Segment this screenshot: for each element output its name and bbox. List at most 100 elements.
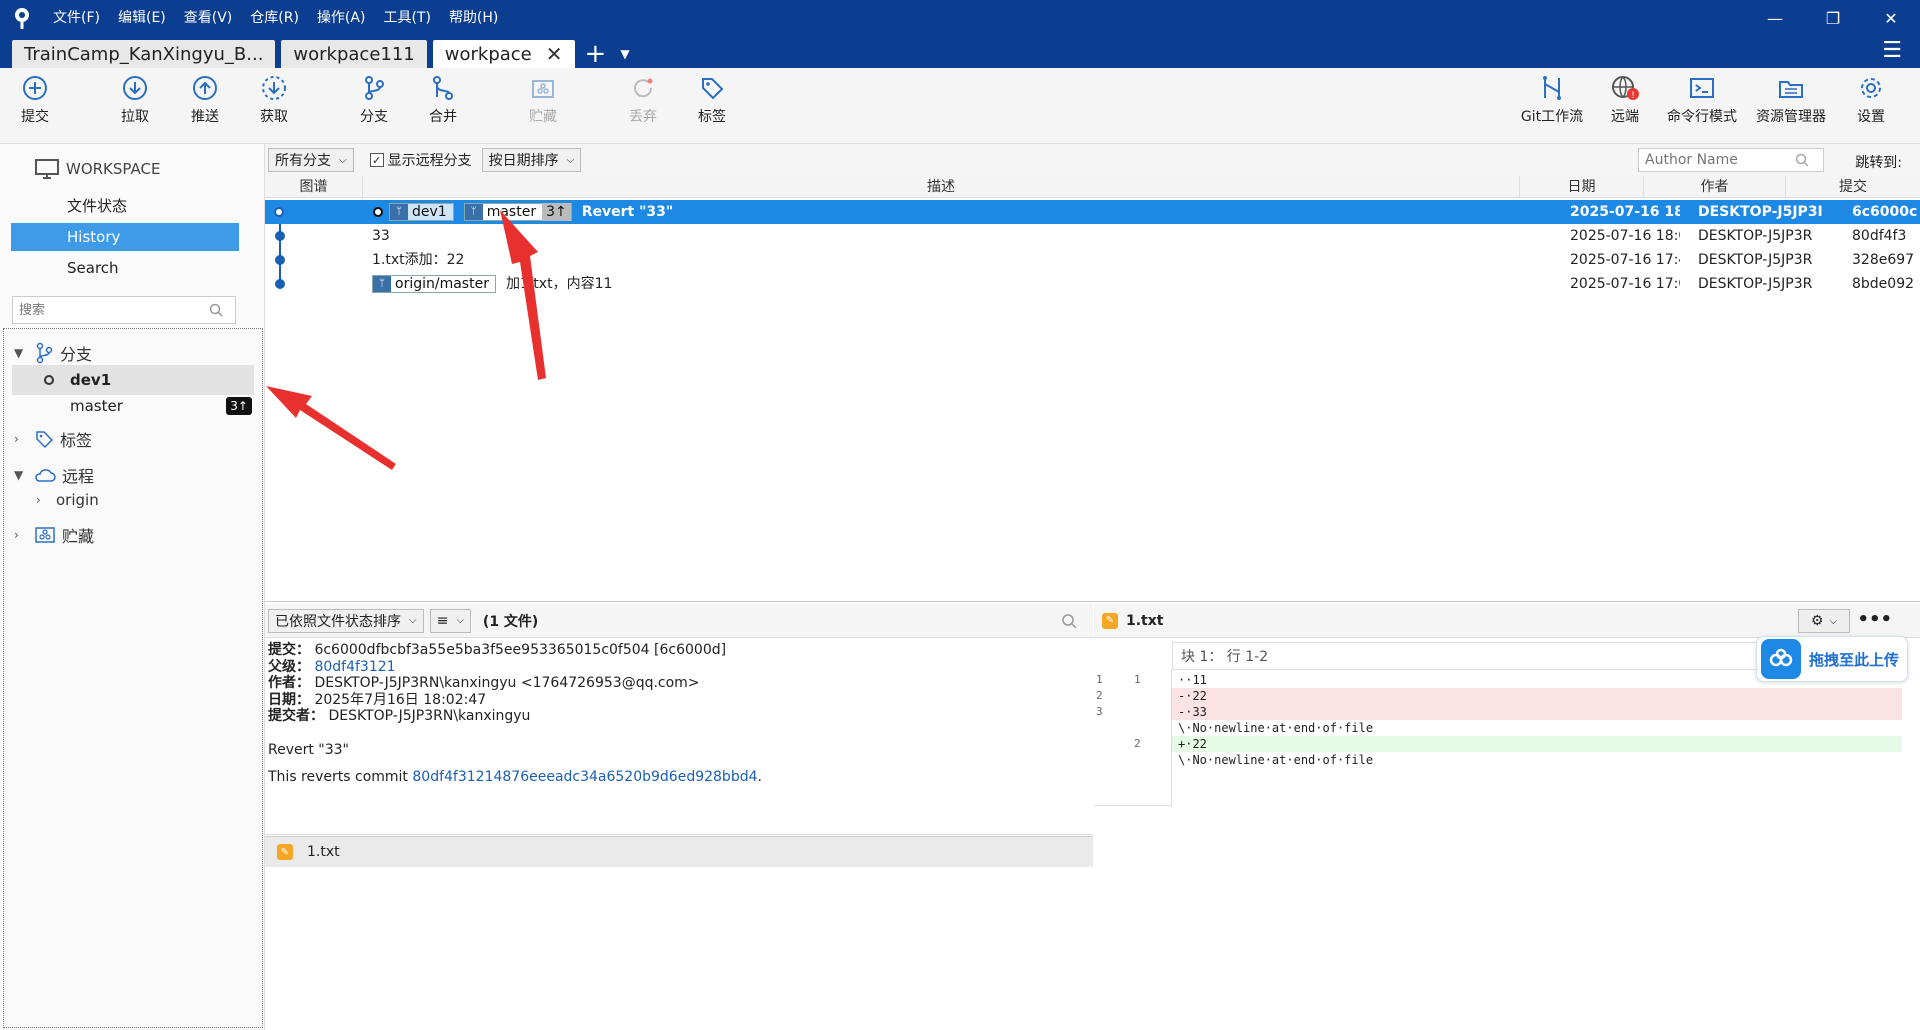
diff-line-removed[interactable]: -·22 (1172, 688, 1902, 704)
diff-line-added[interactable]: +·22 (1172, 736, 1902, 752)
remote-label: 远端 (1611, 109, 1639, 125)
ref-name: master (486, 204, 537, 220)
close-icon[interactable]: ✕ (1862, 0, 1920, 36)
file-row[interactable]: ✎ 1.txt (265, 837, 1093, 867)
commit-author: DESKTOP-J5JP3I (1698, 204, 1823, 220)
remote-item-origin[interactable]: › origin (36, 491, 99, 509)
column-header-date[interactable]: 日期 (1520, 176, 1644, 198)
file-sort-dropdown[interactable]: 已依照文件状态排序 ⌵ (268, 608, 424, 633)
parent-link[interactable]: 80df4f3121 (314, 659, 395, 675)
tree-group-stashes[interactable]: › 贮藏 (14, 523, 94, 547)
chevron-down-icon[interactable]: ▼ (14, 468, 28, 482)
menu-view[interactable]: 查看(V) (175, 0, 242, 36)
tag-button[interactable]: 标签 (677, 74, 747, 126)
diff-options-button[interactable]: ⚙ ⌵ (1798, 609, 1850, 633)
sidebar-item-history[interactable]: History (11, 223, 239, 251)
sidebar-search-input[interactable] (19, 302, 209, 318)
column-header-commit[interactable]: 提交 (1786, 176, 1920, 198)
drag-upload-button[interactable]: 拖拽至此上传 (1756, 636, 1908, 682)
tab-close-icon[interactable]: ✕ (546, 42, 563, 66)
file-sort-value: 已依照文件状态排序 (275, 613, 401, 630)
menu-repository[interactable]: 仓库(R) (241, 0, 308, 36)
branch-button[interactable]: 分支 (339, 74, 409, 126)
branch-filter-dropdown[interactable]: 所有分支 ⌵ (268, 148, 354, 172)
fetch-button[interactable]: 获取 (239, 74, 309, 126)
author-filter-input[interactable] (1645, 152, 1795, 168)
discard-button[interactable]: 丢弃 (608, 74, 678, 126)
tree-group-tags[interactable]: › 标签 (14, 427, 92, 451)
diff-line-removed[interactable]: -·33 (1172, 704, 1902, 720)
author-filter-box[interactable] (1638, 148, 1824, 172)
column-header-graph[interactable]: 图谱 (265, 176, 363, 198)
show-remote-checkbox[interactable]: ✓ 显示远程分支 (369, 150, 472, 170)
ref-pill-origin-master[interactable]: ᛘ origin/master (372, 275, 496, 293)
tab-label: workpace111 (293, 43, 415, 65)
commit-id-value: 6c6000dfbcbf3a55e5ba3f5ee953365015c0f504… (314, 642, 727, 658)
menu-tools[interactable]: 工具(T) (374, 0, 439, 36)
push-label: 推送 (191, 109, 219, 125)
stash-button[interactable]: 贮藏 (508, 74, 578, 126)
reverts-commit-link[interactable]: 80df4f31214876eeeadc34a6520b9d6ed928bbd4 (412, 769, 757, 785)
branch-icon (36, 342, 53, 364)
sidebar-search-box[interactable] (12, 296, 236, 324)
push-button[interactable]: 推送 (170, 74, 240, 126)
chevron-down-icon: ⌵ (456, 615, 464, 626)
remote-button[interactable]: ! 远端 (1592, 74, 1658, 126)
jump-to-label[interactable]: 跳转到: (1855, 152, 1902, 172)
more-options-icon[interactable]: ••• (1857, 609, 1892, 630)
add-tab-icon[interactable]: + (585, 40, 607, 68)
minimize-icon[interactable]: — (1746, 0, 1804, 36)
commit-hash: 328e697 (1852, 252, 1915, 268)
settings-button[interactable]: 设置 (1836, 74, 1906, 126)
menu-help[interactable]: 帮助(H) (440, 0, 507, 36)
commit-button[interactable]: 提交 (0, 74, 70, 126)
menu-bar: 文件(F) 编辑(E) 查看(V) 仓库(R) 操作(A) 工具(T) 帮助(H… (44, 0, 507, 36)
tree-group-remotes[interactable]: ▼ 远程 (14, 463, 94, 487)
chevron-down-icon[interactable]: ▼ (14, 346, 28, 360)
file-view-dropdown[interactable]: ≡ ⌵ (429, 608, 471, 633)
commit-author: DESKTOP-J5JP3R (1698, 252, 1813, 268)
merge-button[interactable]: 合并 (408, 74, 478, 126)
ref-name: origin/master (395, 276, 489, 292)
tab-workpace111[interactable]: workpace111 (281, 40, 427, 68)
branches-label: 分支 (60, 345, 93, 364)
stash-icon (532, 80, 554, 98)
commit-row[interactable]: 1.txt添加：22 2025-07-16 17:46 DESKTOP-J5JP… (265, 248, 1920, 272)
column-header-description[interactable]: 描述 (363, 176, 1520, 198)
explorer-button[interactable]: 资源管理器 (1750, 74, 1832, 126)
ref-pill-master[interactable]: ᛘ master 3↑ (463, 203, 572, 221)
commit-row[interactable]: ᛘdev1ᛘmaster3↑Revert "33" 2025-07-16 18:… (265, 200, 1920, 224)
terminal-button[interactable]: 命令行模式 (1663, 74, 1741, 126)
gitflow-button[interactable]: Git工作流 (1516, 74, 1588, 126)
commit-row[interactable]: ᛘ origin/master 加1.txt，内容11 2025-07-16 17:… (265, 272, 1920, 296)
pull-button[interactable]: 拉取 (100, 74, 170, 126)
tab-workpace[interactable]: workpace ✕ (432, 40, 575, 68)
menu-file[interactable]: 文件(F) (44, 0, 109, 36)
menu-actions[interactable]: 操作(A) (308, 0, 375, 36)
sidebar-item-file-status[interactable]: 文件状态 (11, 192, 239, 220)
commit-row[interactable]: 33 2025-07-16 18:00 DESKTOP-J5JP3R 80df4… (265, 224, 1920, 248)
tab-traincamp[interactable]: TrainCamp_KanXingyu_B... (12, 40, 276, 68)
chevron-right-icon[interactable]: › (14, 432, 28, 446)
ref-pill-dev1[interactable]: ᛘ dev1 (389, 203, 454, 221)
column-header-author[interactable]: 作者 (1644, 176, 1786, 198)
branch-icon: ᛘ (390, 204, 408, 220)
hamburger-menu-icon[interactable]: ☰ (1882, 38, 1902, 63)
chevron-right-icon[interactable]: › (36, 493, 50, 507)
date-line: 日期： 2025年7月16日 18:02:47 (268, 692, 1090, 709)
svg-text:!: ! (1631, 91, 1635, 101)
arrow-down-circle-icon (123, 76, 147, 100)
tree-group-branches[interactable]: ▼ 分支 (14, 341, 92, 365)
checkbox-checked-icon[interactable]: ✓ (369, 153, 384, 167)
sort-dropdown[interactable]: 按日期排序 ⌵ (481, 148, 582, 172)
old-line-number: 2 (1096, 689, 1103, 702)
chevron-right-icon[interactable]: › (14, 528, 28, 542)
menu-edit[interactable]: 编辑(E) (109, 0, 175, 36)
search-icon[interactable] (1061, 613, 1077, 629)
branch-item-master[interactable]: master 3↑ (12, 391, 254, 421)
sidebar-item-search[interactable]: Search (11, 254, 239, 282)
diff-line-context[interactable]: \·No·newline·at·end·of·file (1172, 720, 1902, 736)
restore-icon[interactable]: ❐ (1804, 0, 1862, 36)
chevron-down-icon[interactable]: ▼ (620, 40, 629, 68)
diff-line-context[interactable]: \·No·newline·at·end·of·file (1172, 752, 1902, 768)
